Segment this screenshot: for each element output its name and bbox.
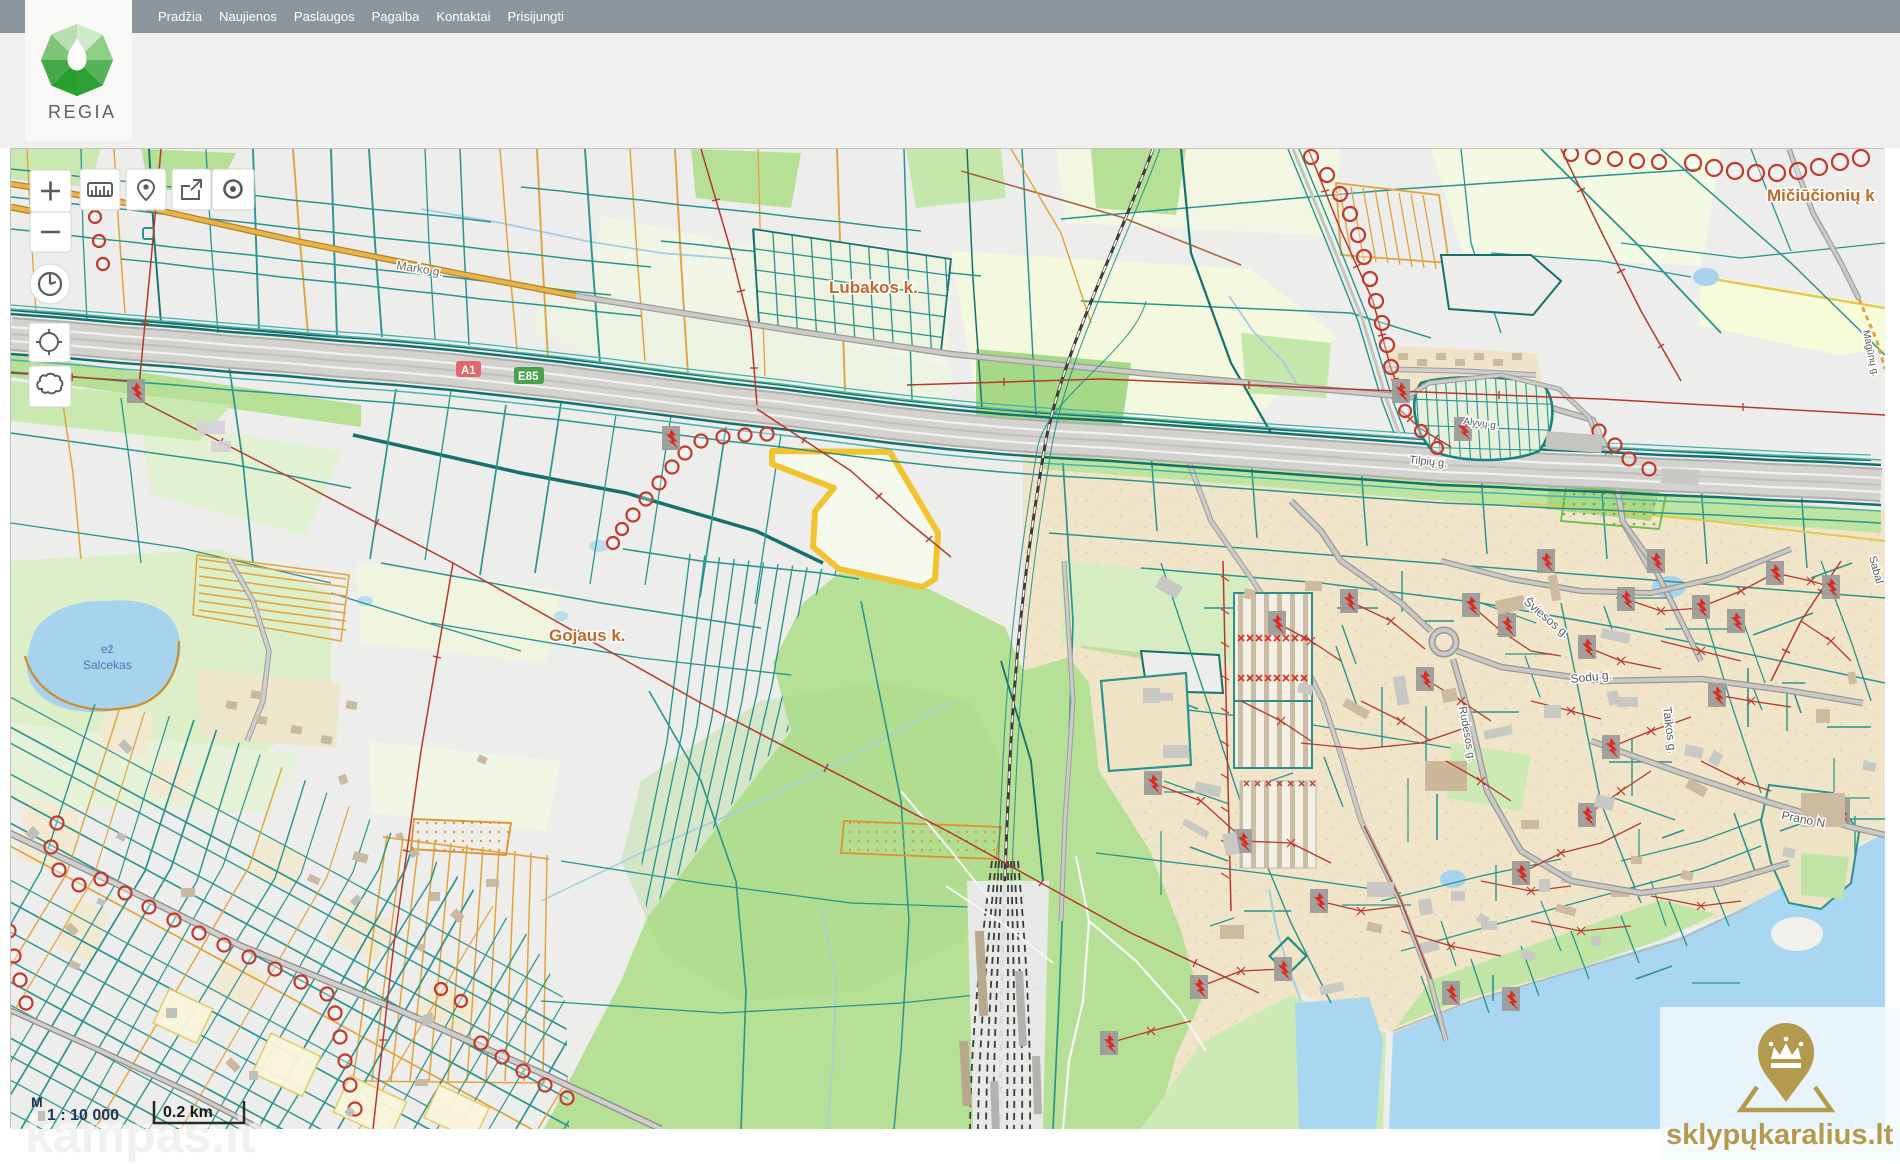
svg-text:Mičiūčionių k: Mičiūčionių k	[1767, 186, 1875, 205]
svg-text:E85: E85	[518, 371, 539, 383]
svg-text:M: M	[31, 1094, 43, 1110]
svg-text:1 : 10 000: 1 : 10 000	[47, 1107, 119, 1124]
svg-text:ež: ež	[101, 642, 114, 656]
svg-text:Gojaus k.: Gojaus k.	[549, 626, 626, 645]
svg-text:Salcekas: Salcekas	[83, 658, 132, 672]
svg-text:A1: A1	[461, 365, 476, 377]
svg-text:Lubakos k.: Lubakos k.	[829, 278, 918, 297]
svg-text:0.2 km: 0.2 km	[163, 1104, 213, 1121]
